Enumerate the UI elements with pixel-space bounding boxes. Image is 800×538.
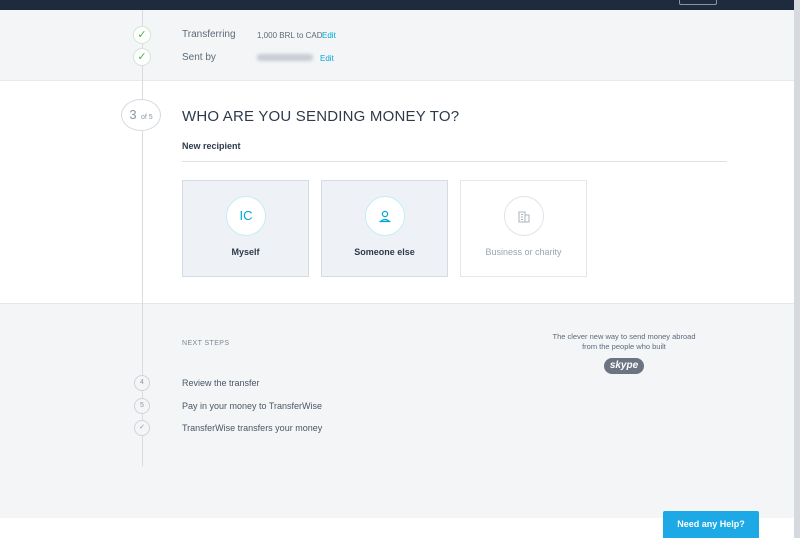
skype-logo: skype [604,358,644,374]
page-title: WHO ARE YOU SENDING MONEY TO? [182,108,460,125]
next-steps-title: NEXT STEPS [182,340,230,347]
new-recipient-tab[interactable]: New recipient [182,141,241,151]
next-step-item: Review the transfer [182,378,260,388]
timeline-line [142,131,143,304]
transferring-value: 1,000 BRL to CAD [257,31,323,40]
option-label: Business or charity [485,247,562,257]
building-icon [504,196,544,236]
step-number: 3 [129,107,137,122]
step-indicator: 3 of 5 [121,99,161,131]
promo-line: The clever new way to send money abroad [552,332,696,341]
scrollbar-track[interactable] [794,0,800,538]
edit-sender-link[interactable]: Edit [320,54,334,63]
check-icon: ✓ [134,420,150,436]
topbar-menu-button[interactable] [679,0,717,5]
timeline-line [142,81,143,99]
option-business-card[interactable]: Business or charity [460,180,587,277]
completed-steps-summary [0,10,794,81]
option-label: Someone else [354,247,415,257]
edit-transfer-link[interactable]: Edit [322,31,336,40]
option-label: Myself [231,247,260,257]
divider [182,161,727,162]
promo-line: from the people who built [582,342,666,351]
scrollbar-thumb[interactable] [794,0,800,538]
next-step-item: Pay in your money to TransferWise [182,401,323,411]
initials-avatar-icon: IC [226,196,266,236]
next-step-item: TransferWise transfers your money [182,423,323,433]
help-button[interactable]: Need any Help? [663,511,759,538]
sent-by-label: Sent by [182,52,216,63]
timeline-line [142,10,143,81]
option-someone-else-card[interactable]: Someone else [321,180,448,277]
promo-text: The clever new way to send money abroad … [544,332,704,352]
step-5-marker: 5 [134,398,150,414]
option-myself-card[interactable]: IC Myself [182,180,309,277]
check-icon: ✓ [133,48,151,66]
transferring-label: Transferring [182,29,236,40]
top-navigation-bar [0,0,794,10]
step-4-marker: 4 [134,375,150,391]
sender-name-redacted [257,54,313,61]
check-icon: ✓ [133,26,151,44]
step-total: of 5 [141,114,153,121]
person-icon [365,196,405,236]
